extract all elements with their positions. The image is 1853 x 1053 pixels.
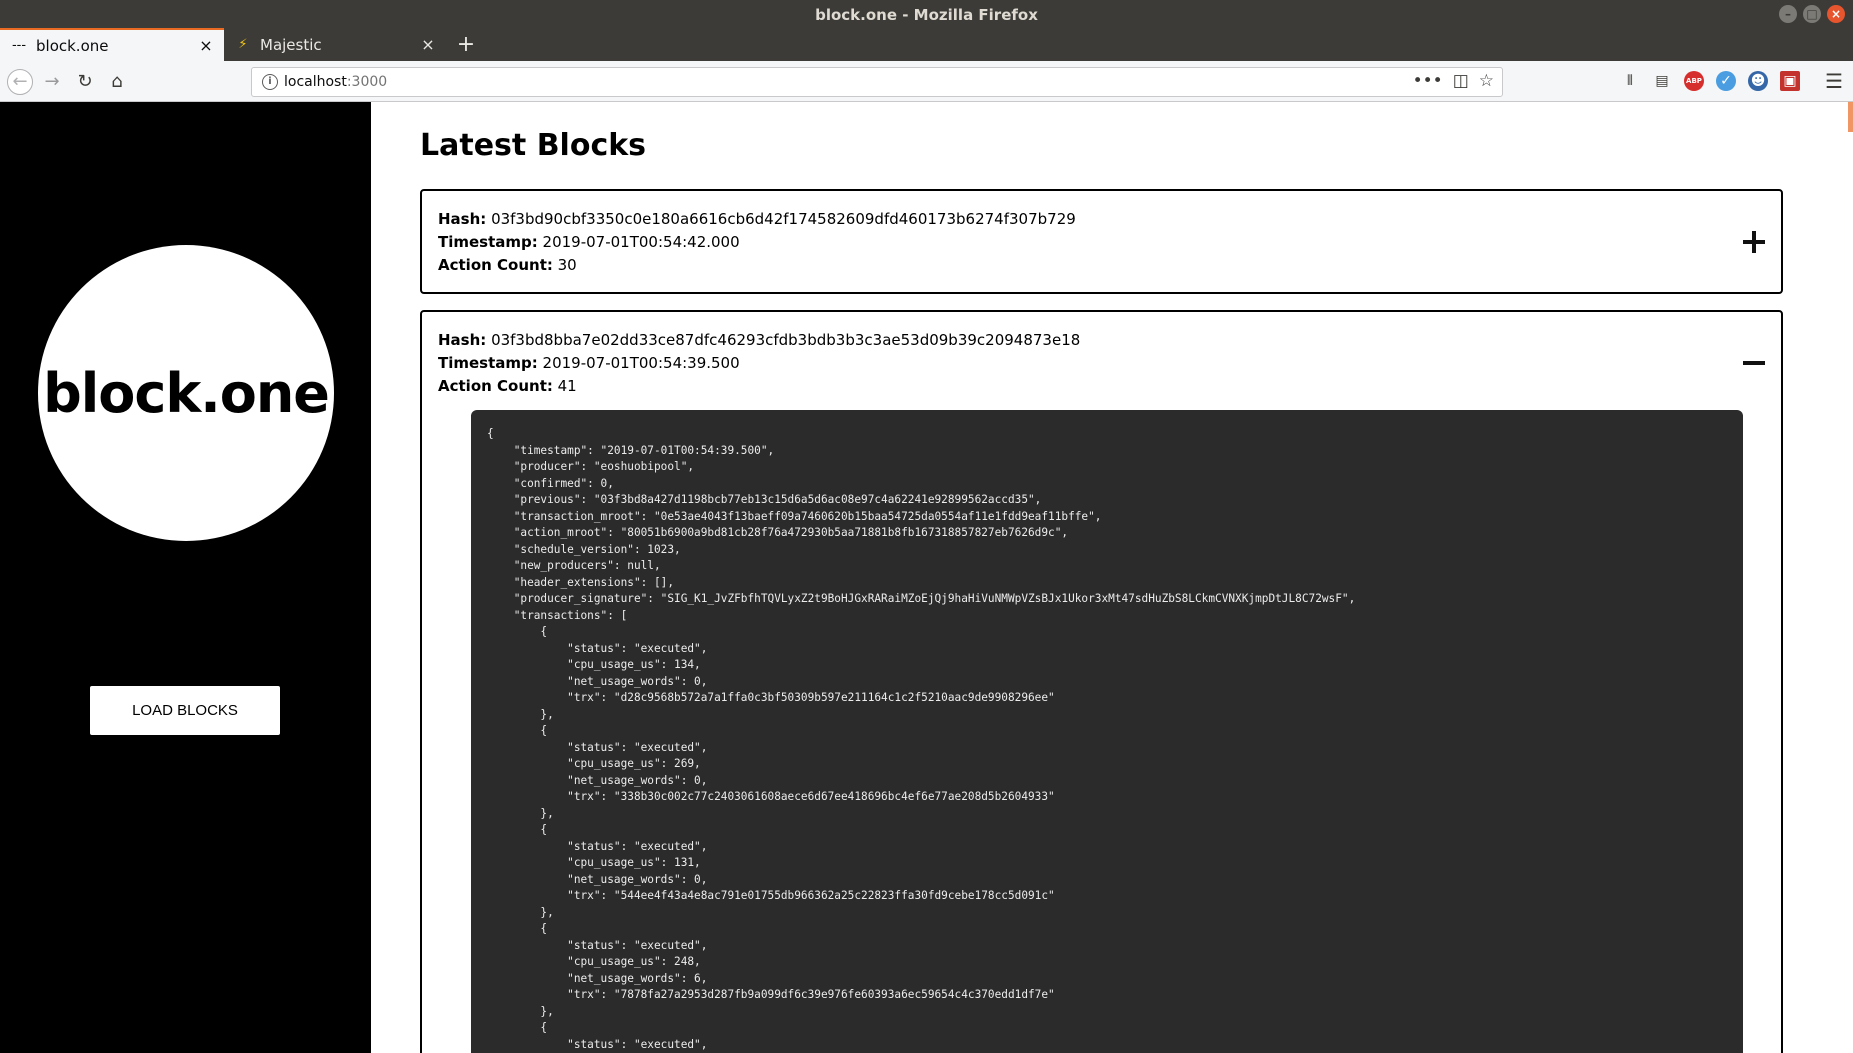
back-button[interactable]: ← xyxy=(7,69,33,95)
main-content: Latest Blocks Hash: 03f3bd90cbf3350c0e18… xyxy=(371,102,1853,1053)
logo-text: block.one xyxy=(43,361,330,425)
home-button[interactable]: ⌂ xyxy=(104,69,130,95)
hash-value: 03f3bd8bba7e02dd33ce87dfc46293cfdb3bdb3b… xyxy=(491,331,1081,349)
sidebar: block.one LOAD BLOCKS xyxy=(0,102,371,1053)
page-viewport: block.one LOAD BLOCKS Latest Blocks Hash… xyxy=(0,102,1853,1053)
block-hash: Hash: 03f3bd90cbf3350c0e180a6616cb6d42f1… xyxy=(438,210,1076,228)
expand-plus-icon[interactable] xyxy=(1741,229,1767,255)
block-timestamp: Timestamp: 2019-07-01T00:54:39.500 xyxy=(438,354,740,372)
page-actions-menu-icon[interactable]: ••• xyxy=(1413,71,1443,91)
hamburger-menu-icon[interactable]: ☰ xyxy=(1825,69,1843,93)
action-count-label: Action Count: xyxy=(438,377,553,395)
extension-red-icon[interactable]: ▣ xyxy=(1780,71,1800,91)
tab-label: block.one xyxy=(36,36,109,55)
action-count-value: 30 xyxy=(557,256,577,274)
sidebar-icon[interactable]: ▤ xyxy=(1652,71,1672,91)
logo: block.one xyxy=(38,245,334,541)
library-icon[interactable]: ⫴ xyxy=(1620,71,1640,91)
url-bar[interactable]: i localhost:3000 ••• ◫ ☆ xyxy=(251,67,1503,97)
timestamp-value: 2019-07-01T00:54:42.000 xyxy=(542,233,740,251)
url-host: localhost xyxy=(284,74,347,90)
raw-block-json: { "timestamp": "2019-07-01T00:54:39.500"… xyxy=(487,427,1356,1051)
pocket-icon[interactable]: ◫ xyxy=(1453,71,1469,91)
block-card[interactable]: Hash: 03f3bd90cbf3350c0e180a6616cb6d42f1… xyxy=(420,189,1783,294)
scrollbar-thumb[interactable] xyxy=(1848,102,1853,132)
favicon-icon: --- xyxy=(11,38,27,53)
url-port: :3000 xyxy=(346,74,388,90)
window-controls: – □ × xyxy=(1779,5,1845,23)
block-action-count: Action Count: 41 xyxy=(438,377,577,395)
ghostery-icon[interactable]: ☻ xyxy=(1748,71,1768,91)
timestamp-value: 2019-07-01T00:54:39.500 xyxy=(542,354,740,372)
hash-label: Hash: xyxy=(438,210,487,228)
tab-block-one[interactable]: --- block.one × xyxy=(0,28,224,61)
raw-block-json-panel: { "timestamp": "2019-07-01T00:54:39.500"… xyxy=(471,410,1743,1053)
window-titlebar: block.one - Mozilla Firefox – □ × xyxy=(0,0,1853,28)
timestamp-label: Timestamp: xyxy=(438,354,538,372)
plus-vertical-bar xyxy=(1752,231,1756,253)
bookmark-star-icon[interactable]: ☆ xyxy=(1479,71,1494,91)
maximize-button[interactable]: □ xyxy=(1803,5,1821,23)
block-timestamp: Timestamp: 2019-07-01T00:54:42.000 xyxy=(438,233,740,251)
tab-label: Majestic xyxy=(260,35,322,54)
block-hash: Hash: 03f3bd8bba7e02dd33ce87dfc46293cfdb… xyxy=(438,331,1080,349)
close-window-button[interactable]: × xyxy=(1827,5,1845,23)
window-title: block.one - Mozilla Firefox xyxy=(815,6,1038,24)
close-tab-icon[interactable]: × xyxy=(198,36,214,55)
tab-majestic[interactable]: ⚡ Majestic × xyxy=(224,28,446,61)
url-text[interactable]: localhost:3000 xyxy=(284,74,387,90)
block-action-count: Action Count: 30 xyxy=(438,256,577,274)
tab-strip: --- block.one × ⚡ Majestic × + xyxy=(0,28,1853,61)
minimize-button[interactable]: – xyxy=(1779,5,1797,23)
extension-check-icon[interactable]: ✓ xyxy=(1716,71,1736,91)
action-count-label: Action Count: xyxy=(438,256,553,274)
reload-button[interactable]: ↻ xyxy=(72,69,98,95)
load-blocks-button[interactable]: LOAD BLOCKS xyxy=(90,686,280,735)
site-info-icon[interactable]: i xyxy=(262,74,278,90)
forward-button[interactable]: → xyxy=(39,69,65,95)
minus-bar xyxy=(1743,361,1765,365)
block-card[interactable]: Hash: 03f3bd8bba7e02dd33ce87dfc46293cfdb… xyxy=(420,310,1783,1053)
hash-value: 03f3bd90cbf3350c0e180a6616cb6d42f1745826… xyxy=(491,210,1076,228)
adblock-icon[interactable]: ABP xyxy=(1684,71,1704,91)
navigation-toolbar: ← → ↻ ⌂ i localhost:3000 ••• ◫ ☆ ⫴ ▤ ABP… xyxy=(0,61,1853,102)
hash-label: Hash: xyxy=(438,331,487,349)
page-title: Latest Blocks xyxy=(420,128,647,163)
new-tab-button[interactable]: + xyxy=(452,28,480,61)
action-count-value: 41 xyxy=(557,377,577,395)
collapse-minus-icon[interactable] xyxy=(1741,350,1767,376)
toolbar-icons: ⫴ ▤ ABP ✓ ☻ ▣ xyxy=(1620,71,1800,91)
page-actions: ••• ◫ ☆ xyxy=(1413,71,1494,91)
lightning-icon: ⚡ xyxy=(238,37,248,52)
close-tab-icon[interactable]: × xyxy=(420,35,436,54)
timestamp-label: Timestamp: xyxy=(438,233,538,251)
